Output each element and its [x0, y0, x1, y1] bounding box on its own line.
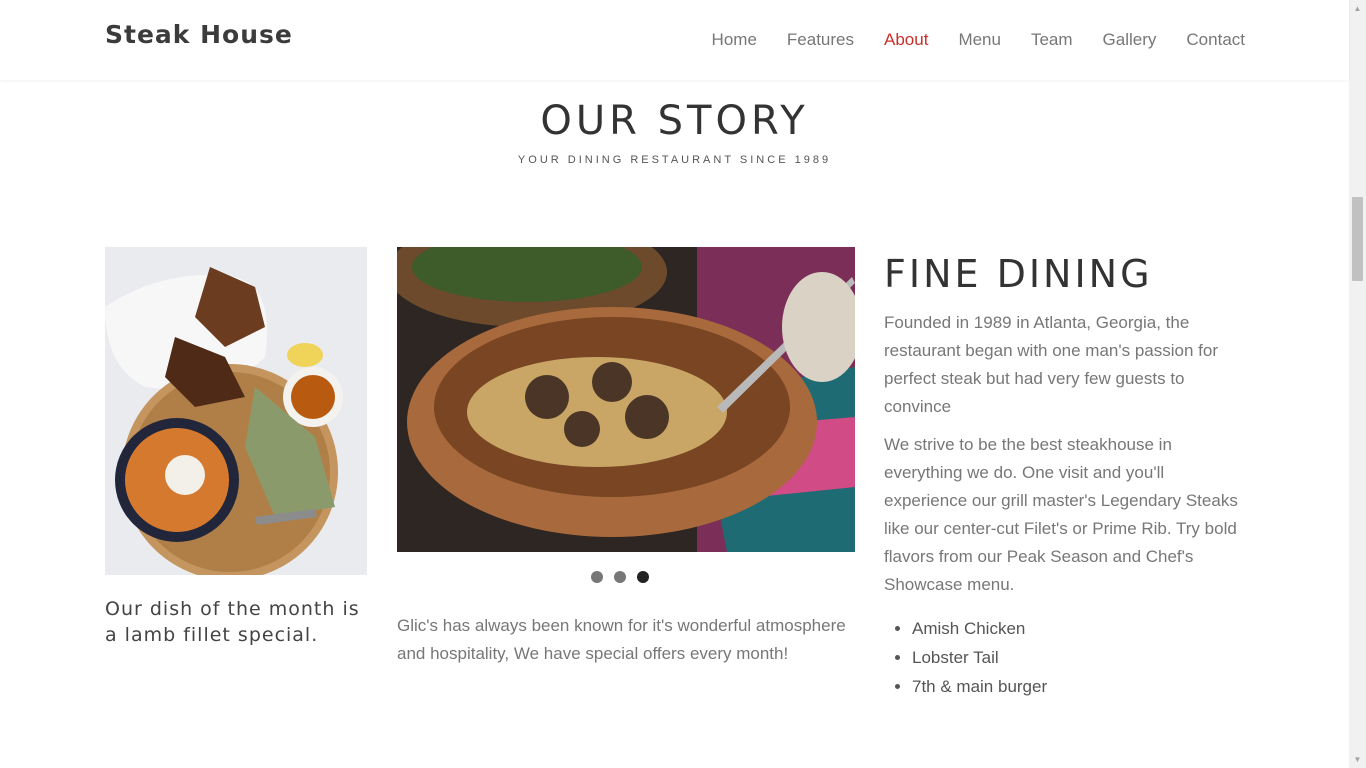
- scroll-down-arrow-icon[interactable]: ▼: [1349, 751, 1366, 768]
- nav-item-home[interactable]: Home: [712, 30, 757, 50]
- carousel-indicators: [591, 571, 649, 583]
- nav-item-gallery[interactable]: Gallery: [1103, 30, 1157, 50]
- carousel-dot-3[interactable]: [637, 571, 649, 583]
- site-header: Steak House Home Features About Menu Tea…: [0, 0, 1349, 80]
- scroll-up-arrow-icon[interactable]: ▲: [1349, 0, 1366, 17]
- list-item: 7th & main burger: [912, 672, 1047, 701]
- scrollbar-thumb[interactable]: [1352, 197, 1363, 281]
- nav-item-team[interactable]: Team: [1031, 30, 1073, 50]
- list-item: Lobster Tail: [912, 643, 1047, 672]
- nav-item-menu[interactable]: Menu: [958, 30, 1001, 50]
- carousel-dot-2[interactable]: [614, 571, 626, 583]
- hospitality-text: Glic's has always been known for it's wo…: [397, 616, 846, 663]
- nav-item-features[interactable]: Features: [787, 30, 854, 50]
- carousel-dot-1[interactable]: [591, 571, 603, 583]
- dish-of-month-photo: [105, 247, 367, 575]
- list-item: Amish Chicken: [912, 614, 1047, 643]
- section-title: OUR STORY: [540, 98, 809, 144]
- nav-item-about[interactable]: About: [884, 30, 928, 50]
- fine-dining-title: FINE DINING: [884, 252, 1153, 296]
- page-scrollbar[interactable]: ▲ ▼: [1349, 0, 1366, 768]
- story-paragraph-2: We strive to be the best steakhouse in e…: [884, 435, 1238, 594]
- brand-logo[interactable]: Steak House: [105, 20, 293, 49]
- featured-menu-list: Amish Chicken Lobster Tail 7th & main bu…: [912, 614, 1047, 701]
- food-carousel[interactable]: [397, 247, 855, 552]
- section-subtitle: YOUR DINING RESTAURANT SINCE 1989: [517, 154, 832, 166]
- story-paragraph-1: Founded in 1989 in Atlanta, Georgia, the…: [884, 313, 1218, 416]
- main-nav: Home Features About Menu Team Gallery Co…: [682, 30, 1245, 50]
- dish-of-month-caption: Our dish of the month is a lamb fillet s…: [105, 598, 360, 646]
- nav-item-contact[interactable]: Contact: [1186, 30, 1245, 50]
